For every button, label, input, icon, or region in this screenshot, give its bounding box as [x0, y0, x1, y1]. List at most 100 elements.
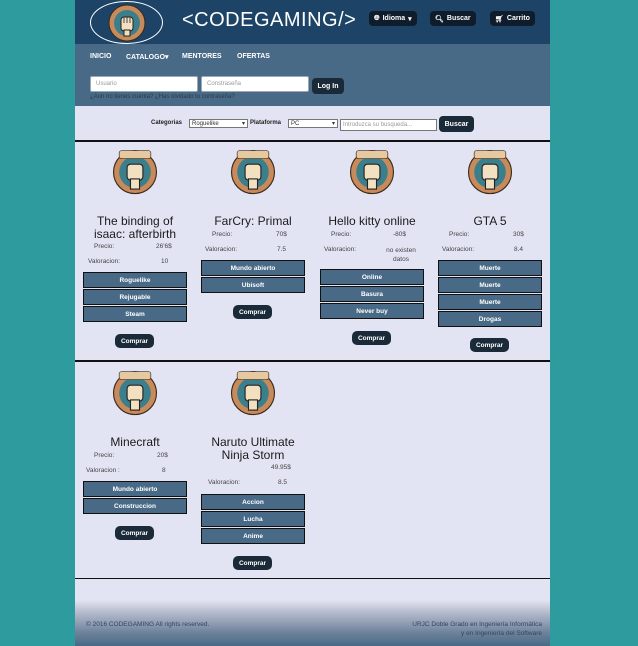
tag-button[interactable]: Construccion: [83, 498, 187, 514]
rating-label: Valoracion:: [442, 246, 475, 253]
game-title: Hello kitty online: [328, 214, 416, 228]
game-card: Naruto Ultimate Ninja Storm 49.95$ Valor…: [201, 366, 305, 576]
language-button[interactable]: 🌐︎ Idioma ▾: [369, 11, 417, 26]
credit-line: URJC Doble Grado en Ingeniería Informáti…: [412, 621, 542, 628]
tag-button[interactable]: Muerte: [438, 260, 542, 276]
search-nav-label: Buscar: [446, 15, 471, 22]
login-button[interactable]: Log In: [312, 78, 344, 94]
tag-button[interactable]: Rejugable: [83, 289, 187, 305]
tag-button[interactable]: Lucha: [201, 511, 305, 527]
game-cover-image[interactable]: [112, 145, 158, 197]
price-label: Precio:: [212, 231, 233, 238]
catalog-search-input[interactable]: Introduzca su busqueda...: [340, 119, 437, 131]
search-nav-button[interactable]: 🔍︎ Buscar: [430, 11, 476, 26]
buy-button[interactable]: Comprar: [233, 305, 272, 319]
cart-button[interactable]: 🛒︎ Carrito: [490, 11, 535, 26]
rating-value: 8.4: [514, 246, 524, 253]
rating-value: 8.5: [278, 479, 288, 486]
price-label: Precio:: [94, 243, 115, 250]
globe-icon: 🌐︎: [374, 14, 380, 22]
platform-label: Plataforma: [250, 120, 282, 126]
top-bar: <CODEGAMING/> 🌐︎ Idioma ▾ 🔍︎ Buscar 🛒︎ C…: [75, 0, 550, 44]
nav-item-mentores[interactable]: MENTORES: [182, 53, 222, 60]
price-value: 30$: [513, 231, 524, 238]
catalog-search-button[interactable]: Buscar: [439, 116, 474, 132]
nav-item-catalogo-label: CATALOGO: [126, 54, 166, 61]
language-button-label: Idioma: [382, 15, 406, 22]
tag-button[interactable]: Mundo abierto: [83, 481, 187, 497]
category-label: Categorias: [151, 120, 183, 126]
tag-button[interactable]: Muerte: [438, 277, 542, 293]
page-container: <CODEGAMING/> 🌐︎ Idioma ▾ 🔍︎ Buscar 🛒︎ C…: [75, 0, 550, 646]
cart-icon: 🛒︎: [495, 15, 504, 23]
platform-select-value: PC: [291, 120, 300, 127]
category-select[interactable]: Roguelike ▾: [189, 119, 248, 128]
game-card: Minecraft Precio: 20$ Valoracion : 8 Mun…: [83, 366, 187, 546]
category-select-value: Roguelike: [192, 120, 219, 127]
game-title: Naruto Ultimate Ninja Storm: [211, 435, 295, 462]
tag-button[interactable]: Ubisoft: [201, 277, 305, 293]
rating-value: 10: [161, 258, 169, 265]
nav-item-catalogo[interactable]: CATALOGO▾: [126, 53, 169, 61]
price-value: 70$: [276, 231, 287, 238]
price-value: -80$: [393, 231, 407, 238]
rating-value: 8: [162, 467, 166, 474]
tag-button[interactable]: Accion: [201, 494, 305, 510]
game-title: FarCry: Primal: [214, 214, 292, 228]
game-card: FarCry: Primal Precio: 70$ Valoracion: 7…: [201, 145, 305, 325]
platform-select[interactable]: PC ▾: [288, 119, 338, 128]
cart-button-label: Carrito: [506, 15, 530, 22]
game-title: Minecraft: [110, 435, 160, 449]
rating-value: no existen datos: [386, 247, 416, 263]
price-label: Precio:: [94, 452, 115, 459]
divider: [75, 140, 550, 142]
username-input[interactable]: Usuario: [90, 76, 198, 92]
footer: © 2016 CODEGAMING All rights reserved. U…: [75, 600, 550, 646]
nav-item-ofertas[interactable]: OFERTAS: [237, 53, 270, 60]
game-cover-image[interactable]: [349, 145, 395, 197]
caret-down-icon: ▾: [331, 121, 335, 127]
price-label: Precio:: [449, 231, 470, 238]
tag-button[interactable]: Drogas: [438, 311, 542, 327]
tag-button[interactable]: Basura: [320, 286, 424, 302]
buy-button[interactable]: Comprar: [115, 526, 154, 540]
game-cover-image[interactable]: [230, 145, 276, 197]
buy-button[interactable]: Comprar: [352, 331, 391, 345]
game-cover-image[interactable]: [112, 366, 158, 418]
copyright-text: © 2016 CODEGAMING All rights reserved.: [86, 621, 210, 628]
nav-bar: INICIO CATALOGO▾ MENTORES OFERTAS Usuari…: [75, 44, 550, 106]
caret-down-icon: ▾: [241, 121, 245, 127]
tag-button[interactable]: Anime: [201, 528, 305, 544]
tag-button[interactable]: Steam: [83, 306, 187, 322]
game-cover-image[interactable]: [467, 145, 513, 197]
tag-button[interactable]: Muerte: [438, 294, 542, 310]
game-card: GTA 5 Precio: 30$ Valoracion: 8.4 Muerte…: [438, 145, 542, 357]
tag-button[interactable]: Mundo abierto: [201, 260, 305, 276]
buy-button[interactable]: Comprar: [115, 334, 154, 348]
price-value: 20$: [157, 452, 168, 459]
account-help-link[interactable]: ¿Aun no tienes cuenta? ¿Has olvidado tu …: [90, 94, 235, 100]
game-cover-image[interactable]: [230, 366, 276, 418]
fist-badge-icon: [108, 4, 145, 41]
rating-label: Valoracion:: [205, 246, 238, 253]
password-input[interactable]: Constraseña: [201, 76, 309, 92]
tag-button[interactable]: Roguelike: [83, 272, 187, 288]
buy-button[interactable]: Comprar: [470, 338, 509, 352]
tag-button[interactable]: Never buy: [320, 303, 424, 319]
rating-label: Valoracion :: [86, 467, 120, 474]
rating-label: Valoracion:: [208, 479, 241, 486]
price-value: 26'6$: [156, 243, 172, 250]
divider: [75, 360, 550, 362]
nav-item-inicio[interactable]: INICIO: [90, 53, 111, 60]
price-label: Precio:: [331, 231, 352, 238]
game-title: The binding of isaac: afterbirth: [93, 214, 177, 241]
catalog-search-bar: Categorias Roguelike ▾ Plataforma PC ▾ I…: [75, 114, 550, 136]
buy-button[interactable]: Comprar: [233, 556, 272, 570]
credit-line: y en Ingeniería del Software: [461, 630, 542, 637]
caret-down-icon: ▾: [408, 15, 412, 23]
game-title: GTA 5: [473, 214, 507, 228]
site-logo[interactable]: [90, 1, 163, 44]
price-value: 49.95$: [271, 464, 291, 471]
site-title: <CODEGAMING/>: [182, 9, 357, 31]
tag-button[interactable]: Online: [320, 269, 424, 285]
